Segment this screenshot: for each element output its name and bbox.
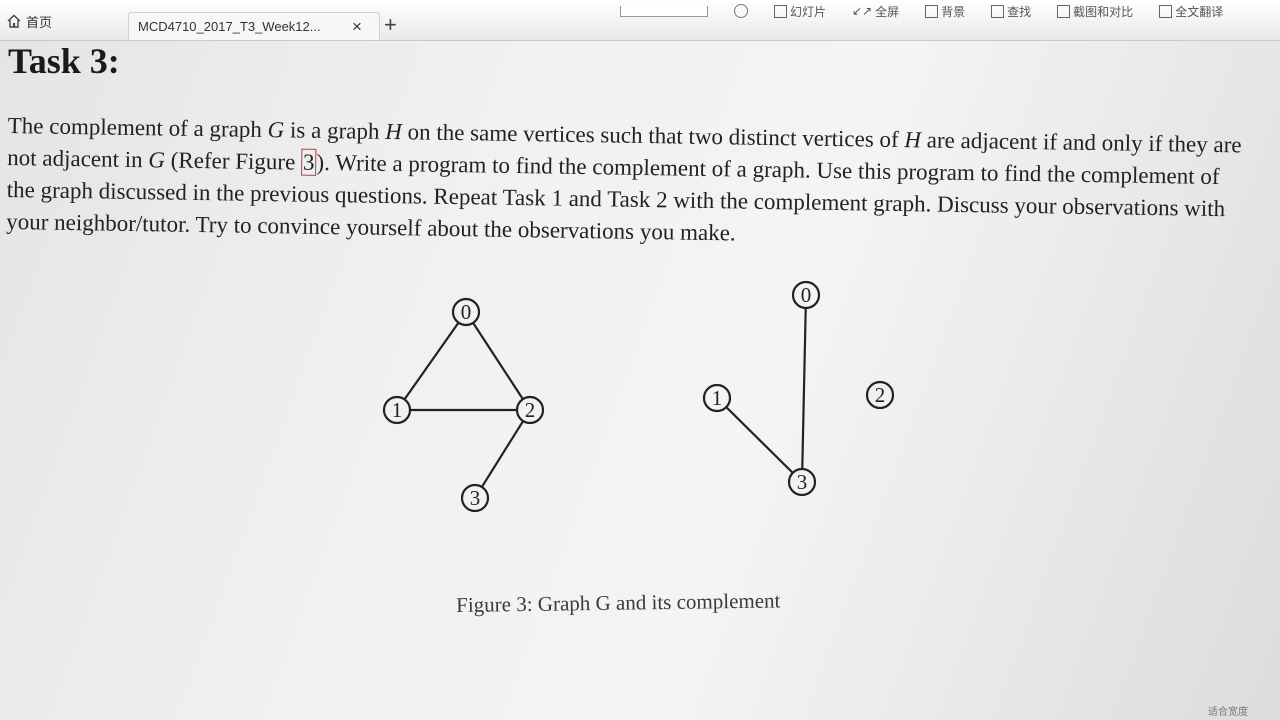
rotate-icon[interactable] bbox=[734, 4, 748, 18]
slideshow-icon bbox=[774, 4, 787, 18]
graph-edge-0-1 bbox=[403, 321, 460, 401]
slideshow-button[interactable]: 幻灯片 bbox=[774, 3, 826, 20]
translate-button[interactable]: 全文翻译 bbox=[1159, 3, 1223, 20]
graph-edge-0-2 bbox=[472, 322, 524, 400]
compare-label: 截图和对比 bbox=[1073, 4, 1134, 19]
background-label: 背景 bbox=[941, 4, 966, 19]
para-text: (Refer Figure bbox=[164, 147, 302, 175]
figure-reference-link[interactable]: 3 bbox=[300, 148, 317, 176]
close-icon[interactable]: × bbox=[352, 18, 362, 35]
graph-g: 0 1 2 3 bbox=[382, 297, 545, 513]
graph-vertex-label-0: 0 bbox=[801, 283, 812, 307]
find-icon bbox=[991, 4, 1005, 18]
para-math-g: G bbox=[148, 147, 166, 173]
document-page: Task 3: The complement of a graph G is a… bbox=[0, 40, 1280, 720]
home-tab[interactable]: 首页 bbox=[6, 10, 52, 32]
fit-width-status: 适合宽度 bbox=[1208, 707, 1248, 718]
viewer-top-bar: 首页 MCD4710_2017_T3_Week12... × + 幻灯片 ↙↗ … bbox=[0, 0, 1280, 41]
para-math-h: H bbox=[384, 118, 403, 145]
para-text: is a graph bbox=[284, 117, 386, 144]
compare-button[interactable]: 截图和对比 bbox=[1057, 3, 1133, 20]
graph-edge-1-3 bbox=[725, 406, 794, 474]
figure-caption: Figure 3: Graph G and its complement bbox=[456, 588, 781, 617]
graph-edge-0-3 bbox=[801, 307, 807, 470]
graph-vertex-label-1: 1 bbox=[392, 398, 403, 422]
find-label: 查找 bbox=[1007, 4, 1032, 19]
para-math-g: G bbox=[267, 117, 285, 143]
graph-edge-2-3 bbox=[480, 420, 525, 488]
tab-document-title: MCD4710_2017_T3_Week12... bbox=[138, 19, 321, 34]
compare-icon bbox=[1057, 4, 1071, 18]
new-tab-plus-icon[interactable]: + bbox=[384, 14, 397, 36]
para-math-h: H bbox=[904, 127, 922, 153]
translate-icon bbox=[1159, 4, 1173, 18]
graph-complement: 0 1 2 3 bbox=[702, 280, 895, 497]
slideshow-label: 幻灯片 bbox=[790, 4, 827, 19]
background-icon bbox=[925, 4, 939, 18]
fullscreen-button[interactable]: ↙↗ 全屏 bbox=[852, 3, 899, 20]
tab-document[interactable]: MCD4710_2017_T3_Week12... × bbox=[128, 12, 380, 40]
para-text: on the same vertices such that two disti… bbox=[401, 119, 905, 153]
graph-vertex-label-0: 0 bbox=[461, 300, 472, 324]
figure-graphs: 0 1 2 3 0 1 2 3 bbox=[382, 280, 895, 513]
search-box[interactable] bbox=[620, 5, 708, 17]
graph-vertex-label-3: 3 bbox=[797, 470, 808, 494]
home-icon bbox=[7, 14, 21, 28]
translate-label: 全文翻译 bbox=[1175, 4, 1224, 19]
toolbar: 幻灯片 ↙↗ 全屏 背景 查找 截图和对比 全文翻译 bbox=[620, 0, 1223, 22]
task-paragraph: The complement of a graph G is a graph H… bbox=[6, 110, 1248, 257]
graph-vertex-label-2: 2 bbox=[875, 383, 886, 407]
background-button[interactable]: 背景 bbox=[925, 3, 965, 20]
graph-vertex-label-3: 3 bbox=[470, 486, 481, 510]
find-button[interactable]: 查找 bbox=[991, 3, 1031, 20]
task-heading: Task 3: bbox=[8, 41, 120, 81]
fullscreen-label: 全屏 bbox=[875, 4, 900, 19]
graph-vertex-label-2: 2 bbox=[525, 398, 536, 422]
graph-vertex-label-1: 1 bbox=[712, 386, 723, 410]
home-tab-label: 首页 bbox=[26, 14, 53, 30]
expand-icon: ↙↗ bbox=[852, 4, 873, 18]
para-text: The complement of a graph bbox=[7, 112, 268, 143]
